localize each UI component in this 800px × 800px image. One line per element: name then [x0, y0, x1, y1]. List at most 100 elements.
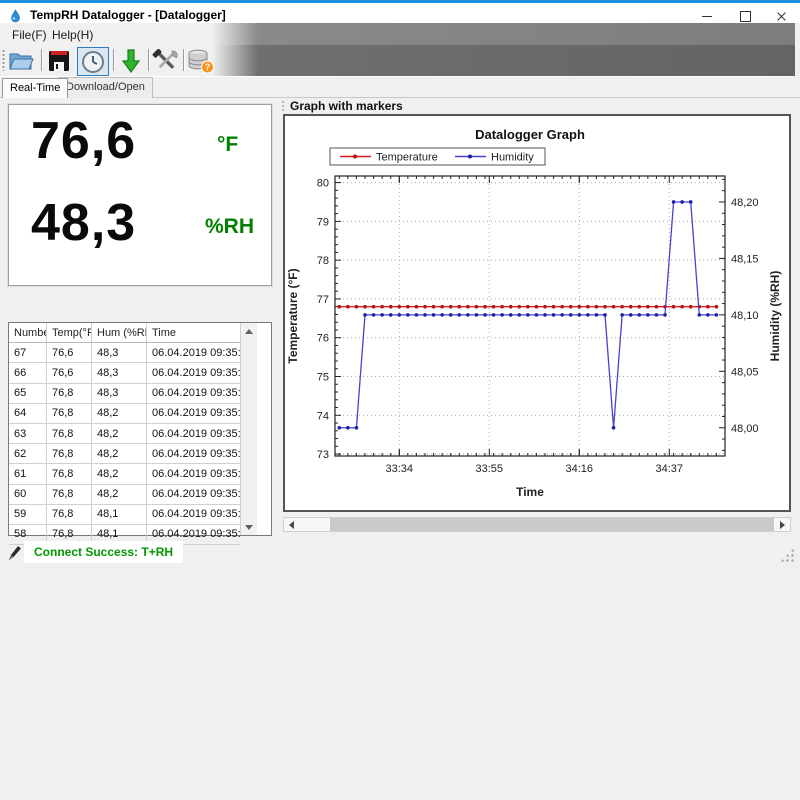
- app-icon: [8, 9, 23, 24]
- window-title: TempRH Datalogger - [Datalogger]: [30, 8, 226, 22]
- svg-text:?: ?: [205, 62, 211, 72]
- download-button[interactable]: [116, 47, 146, 74]
- col-header-hum[interactable]: Hum (%RH): [92, 323, 147, 342]
- table-cell: 76,8: [47, 485, 92, 504]
- tools-icon: [152, 49, 180, 73]
- svg-text:48,10: 48,10: [731, 310, 759, 322]
- table-cell: 64: [9, 404, 47, 423]
- svg-text:34:16: 34:16: [566, 463, 594, 475]
- table-cell: 06.04.2019 09:35:27: [147, 384, 240, 403]
- col-header-number[interactable]: Number: [9, 323, 47, 342]
- svg-text:33:34: 33:34: [386, 463, 414, 475]
- tab-strip: Real-Time Download/Open: [0, 77, 800, 98]
- table-row[interactable]: 6476,848,206.04.2019 09:35:25: [9, 404, 240, 424]
- col-header-time[interactable]: Time: [147, 323, 240, 342]
- database-question-icon: ?: [187, 48, 215, 74]
- table-cell: 48,2: [92, 464, 147, 483]
- table-row[interactable]: 6276,848,206.04.2019 09:35:21: [9, 444, 240, 464]
- minimize-icon: [702, 16, 712, 17]
- table-row[interactable]: 6076,848,206.04.2019 09:35:16: [9, 485, 240, 505]
- table-cell: 06.04.2019 09:35:16: [147, 485, 240, 504]
- toolbar-gripper[interactable]: [2, 49, 5, 71]
- settings-button[interactable]: [151, 47, 181, 74]
- table-row[interactable]: 6776,648,306.04.2019 09:35:31: [9, 343, 240, 363]
- close-icon: [776, 11, 787, 22]
- table-cell: 76,8: [47, 505, 92, 524]
- resize-grip[interactable]: [780, 548, 794, 562]
- svg-text:Humidity: Humidity: [491, 152, 534, 164]
- svg-text:Datalogger Graph: Datalogger Graph: [475, 127, 585, 142]
- table-cell: 76,6: [47, 343, 92, 362]
- svg-text:48,15: 48,15: [731, 253, 759, 265]
- table-cell: 65: [9, 384, 47, 403]
- data-help-button[interactable]: ?: [186, 47, 216, 74]
- app-window: TempRH Datalogger - [Datalogger] File(F)…: [0, 0, 800, 800]
- toolbar-separator: [183, 49, 185, 71]
- save-button[interactable]: [44, 47, 74, 74]
- realtime-button[interactable]: [77, 47, 109, 76]
- datalogger-chart: Datalogger Graph Temperature Humidity 33:34…: [285, 116, 789, 510]
- table-cell: 48,2: [92, 404, 147, 423]
- table-row[interactable]: 6576,848,306.04.2019 09:35:27: [9, 384, 240, 404]
- download-arrow-icon: [119, 48, 143, 74]
- chart-container: Datalogger Graph Temperature Humidity 33:34…: [283, 114, 791, 512]
- table-cell: 48,1: [92, 505, 147, 524]
- scroll-up-icon[interactable]: [241, 323, 257, 339]
- svg-text:74: 74: [317, 410, 329, 422]
- table-row[interactable]: 5976,848,106.04.2019 09:35:14: [9, 505, 240, 525]
- toolbar-separator: [113, 49, 115, 71]
- tab-real-time[interactable]: Real-Time: [2, 78, 68, 98]
- humidity-value: 48,3: [31, 193, 136, 253]
- hscroll-thumb[interactable]: [330, 518, 774, 531]
- scroll-right-icon[interactable]: [775, 518, 790, 531]
- pen-icon: [8, 545, 23, 561]
- toolbar-separator: [148, 49, 150, 71]
- menu-file[interactable]: File(F): [8, 26, 51, 44]
- table-cell: 48,2: [92, 424, 147, 443]
- table-cell: 60: [9, 485, 47, 504]
- table-cell: 63: [9, 424, 47, 443]
- table-row[interactable]: 6176,848,206.04.2019 09:35:18: [9, 464, 240, 484]
- table-cell: 76,8: [47, 384, 92, 403]
- temperature-value: 76,6: [31, 111, 136, 171]
- table-cell: 59: [9, 505, 47, 524]
- menu-bar: File(F) Help(H): [0, 23, 795, 45]
- maximize-icon: [740, 11, 751, 22]
- humidity-unit: %RH: [205, 215, 254, 239]
- table-scrollbar[interactable]: [240, 323, 257, 535]
- table-row[interactable]: 6676,648,306.04.2019 09:35:29: [9, 363, 240, 383]
- table-row[interactable]: 6376,848,206.04.2019 09:35:23: [9, 424, 240, 444]
- table-cell: 48,3: [92, 384, 147, 403]
- col-header-temp[interactable]: Temp(°F): [47, 323, 92, 342]
- table-cell: 06.04.2019 09:35:31: [147, 343, 240, 362]
- open-button[interactable]: [6, 47, 36, 74]
- graph-panel-title: Graph with markers: [290, 99, 403, 113]
- svg-text:75: 75: [317, 371, 329, 383]
- svg-text:Temperature: Temperature: [376, 152, 438, 164]
- table-cell: 48,3: [92, 343, 147, 362]
- table-cell: 62: [9, 444, 47, 463]
- menu-help[interactable]: Help(H): [48, 26, 97, 44]
- table-cell: 06.04.2019 09:35:14: [147, 505, 240, 524]
- status-bar: Connect Success: T+RH: [0, 540, 800, 570]
- chart-hscrollbar[interactable]: [283, 517, 791, 532]
- svg-text:80: 80: [317, 178, 329, 190]
- table-cell: 76,8: [47, 444, 92, 463]
- scroll-left-icon[interactable]: [284, 518, 299, 531]
- table-cell: 67: [9, 343, 47, 362]
- clock-icon: [81, 50, 105, 74]
- svg-text:48,20: 48,20: [731, 197, 759, 209]
- svg-text:78: 78: [317, 255, 329, 267]
- svg-text:79: 79: [317, 216, 329, 228]
- tab-download-open[interactable]: Download/Open: [58, 77, 153, 98]
- table-cell: 06.04.2019 09:35:25: [147, 404, 240, 423]
- toolbar: ?: [0, 45, 795, 77]
- table-cell: 48,2: [92, 444, 147, 463]
- svg-text:34:37: 34:37: [656, 463, 684, 475]
- title-bar: TempRH Datalogger - [Datalogger]: [0, 3, 800, 23]
- svg-text:Temperature (°F): Temperature (°F): [286, 268, 300, 363]
- scroll-down-icon[interactable]: [241, 519, 257, 535]
- svg-text:48,05: 48,05: [731, 366, 759, 378]
- table-cell: 48,2: [92, 485, 147, 504]
- table-body: 6776,648,306.04.2019 09:35:316676,648,30…: [9, 343, 240, 545]
